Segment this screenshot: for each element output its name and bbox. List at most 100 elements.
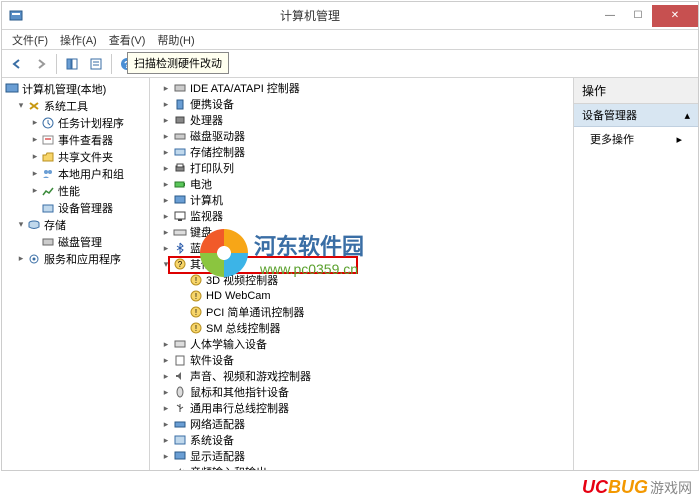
bluetooth-icon [172, 241, 188, 255]
close-button[interactable]: ✕ [652, 5, 698, 27]
device-portable[interactable]: ▸便携设备 [158, 96, 573, 112]
device-storage-ctrl[interactable]: ▸存储控制器 [158, 144, 573, 160]
expand-icon[interactable]: ▸ [160, 371, 172, 382]
forward-button[interactable] [30, 53, 52, 75]
tree-local-users[interactable]: ▸ 本地用户和组 [2, 165, 149, 182]
usb-icon [172, 401, 188, 415]
actions-subheader: 设备管理器 ▴ [574, 104, 698, 127]
device-processor[interactable]: ▸处理器 [158, 112, 573, 128]
device-tree-panel: ▸IDE ATA/ATAPI 控制器 ▸便携设备 ▸处理器 ▸磁盘驱动器 ▸存储… [150, 78, 574, 470]
expand-icon[interactable]: ▸ [30, 185, 40, 196]
expand-icon[interactable]: ▸ [160, 163, 172, 174]
expand-icon[interactable]: ▸ [160, 435, 172, 446]
tree-shared-folders[interactable]: ▸ 共享文件夹 [2, 148, 149, 165]
more-actions-item[interactable]: 更多操作 ▸ [574, 127, 698, 151]
expand-icon[interactable]: ▸ [160, 403, 172, 414]
menu-action[interactable]: 操作(A) [54, 30, 103, 50]
expand-icon[interactable]: ▸ [160, 467, 172, 471]
expand-icon[interactable]: ▸ [160, 115, 172, 126]
portable-icon [172, 97, 188, 111]
device-usb[interactable]: ▸通用串行总线控制器 [158, 400, 573, 416]
expand-icon[interactable]: ▸ [160, 99, 172, 110]
footer-logo: UCBUG游戏网 [582, 477, 692, 498]
expand-icon[interactable]: ▸ [30, 168, 40, 179]
expand-icon[interactable]: ▸ [30, 151, 40, 162]
ide-icon [172, 81, 188, 95]
maximize-button[interactable]: ☐ [624, 5, 652, 27]
menu-view[interactable]: 查看(V) [103, 30, 152, 50]
device-other-sm[interactable]: !SM 总线控制器 [158, 320, 573, 336]
device-monitor[interactable]: ▸监视器 [158, 208, 573, 224]
device-keyboard[interactable]: ▸键盘 [158, 224, 573, 240]
device-other-webcam[interactable]: !HD WebCam [158, 288, 573, 304]
device-sound[interactable]: ▸声音、视频和游戏控制器 [158, 368, 573, 384]
svg-text:!: ! [195, 308, 197, 317]
tree-services-apps[interactable]: ▸ 服务和应用程序 [2, 250, 149, 267]
menubar: 文件(F) 操作(A) 查看(V) 帮助(H) [2, 30, 698, 50]
warning-icon: ! [188, 305, 204, 319]
expand-icon[interactable]: ▸ [160, 243, 172, 254]
device-audio-io[interactable]: ▸音频输入和输出 [158, 464, 573, 470]
collapse-icon[interactable]: ▾ [160, 259, 172, 270]
back-button[interactable] [6, 53, 28, 75]
expand-icon[interactable]: ▸ [16, 253, 26, 264]
expand-icon[interactable]: ▸ [160, 419, 172, 430]
expand-icon[interactable]: ▸ [160, 339, 172, 350]
show-hide-tree-button[interactable] [61, 53, 83, 75]
device-display[interactable]: ▸显示适配器 [158, 448, 573, 464]
tooltip: 扫描检测硬件改动 [127, 52, 229, 74]
device-other[interactable]: ▾?其他设备 [158, 256, 573, 272]
expand-icon[interactable]: ▸ [160, 179, 172, 190]
window-title: 计算机管理 [24, 7, 596, 24]
storage-icon [26, 218, 42, 232]
expand-icon[interactable]: ▸ [160, 227, 172, 238]
toolbar: ? 扫描检测硬件改动 [2, 50, 698, 78]
device-battery[interactable]: ▸电池 [158, 176, 573, 192]
device-network[interactable]: ▸网络适配器 [158, 416, 573, 432]
clock-icon [40, 116, 56, 130]
expand-icon[interactable]: ▸ [160, 387, 172, 398]
software-icon [172, 353, 188, 367]
expand-icon[interactable]: ▸ [160, 355, 172, 366]
device-print[interactable]: ▸打印队列 [158, 160, 573, 176]
collapse-arrow-icon[interactable]: ▴ [684, 109, 690, 122]
device-computer[interactable]: ▸计算机 [158, 192, 573, 208]
device-ide[interactable]: ▸IDE ATA/ATAPI 控制器 [158, 80, 573, 96]
expand-icon[interactable]: ▸ [160, 195, 172, 206]
network-icon [172, 417, 188, 431]
tree-root[interactable]: 计算机管理(本地) [2, 80, 149, 97]
warning-icon: ! [188, 289, 204, 303]
properties-button[interactable] [85, 53, 107, 75]
collapse-icon[interactable]: ▾ [16, 219, 26, 230]
expand-icon[interactable]: ▸ [160, 131, 172, 142]
tree-device-manager[interactable]: 设备管理器 [2, 199, 149, 216]
disk-drive-icon [172, 129, 188, 143]
device-other-pci[interactable]: !PCI 简单通讯控制器 [158, 304, 573, 320]
expand-icon[interactable]: ▸ [30, 134, 40, 145]
expand-icon[interactable]: ▸ [160, 147, 172, 158]
tree-performance[interactable]: ▸ 性能 [2, 182, 149, 199]
device-mouse[interactable]: ▸鼠标和其他指针设备 [158, 384, 573, 400]
computer-icon [4, 82, 20, 96]
device-software[interactable]: ▸软件设备 [158, 352, 573, 368]
tree-disk-mgmt[interactable]: 磁盘管理 [2, 233, 149, 250]
tree-system-tools[interactable]: ▾ 系统工具 [2, 97, 149, 114]
device-system[interactable]: ▸系统设备 [158, 432, 573, 448]
device-hid[interactable]: ▸人体学输入设备 [158, 336, 573, 352]
device-other-3d[interactable]: !3D 视频控制器 [158, 272, 573, 288]
device-bluetooth[interactable]: ▸蓝牙 [158, 240, 573, 256]
window-controls: — ☐ ✕ [596, 5, 698, 27]
menu-file[interactable]: 文件(F) [6, 30, 54, 50]
expand-icon[interactable]: ▸ [160, 211, 172, 222]
collapse-icon[interactable]: ▾ [16, 100, 26, 111]
expand-icon[interactable]: ▸ [30, 117, 40, 128]
tree-event-viewer[interactable]: ▸ 事件查看器 [2, 131, 149, 148]
expand-icon[interactable]: ▸ [160, 451, 172, 462]
tree-storage[interactable]: ▾ 存储 [2, 216, 149, 233]
minimize-button[interactable]: — [596, 5, 624, 27]
expand-icon[interactable]: ▸ [160, 83, 172, 94]
actions-header: 操作 [574, 78, 698, 104]
device-disk[interactable]: ▸磁盘驱动器 [158, 128, 573, 144]
tree-task-scheduler[interactable]: ▸ 任务计划程序 [2, 114, 149, 131]
menu-help[interactable]: 帮助(H) [151, 30, 200, 50]
